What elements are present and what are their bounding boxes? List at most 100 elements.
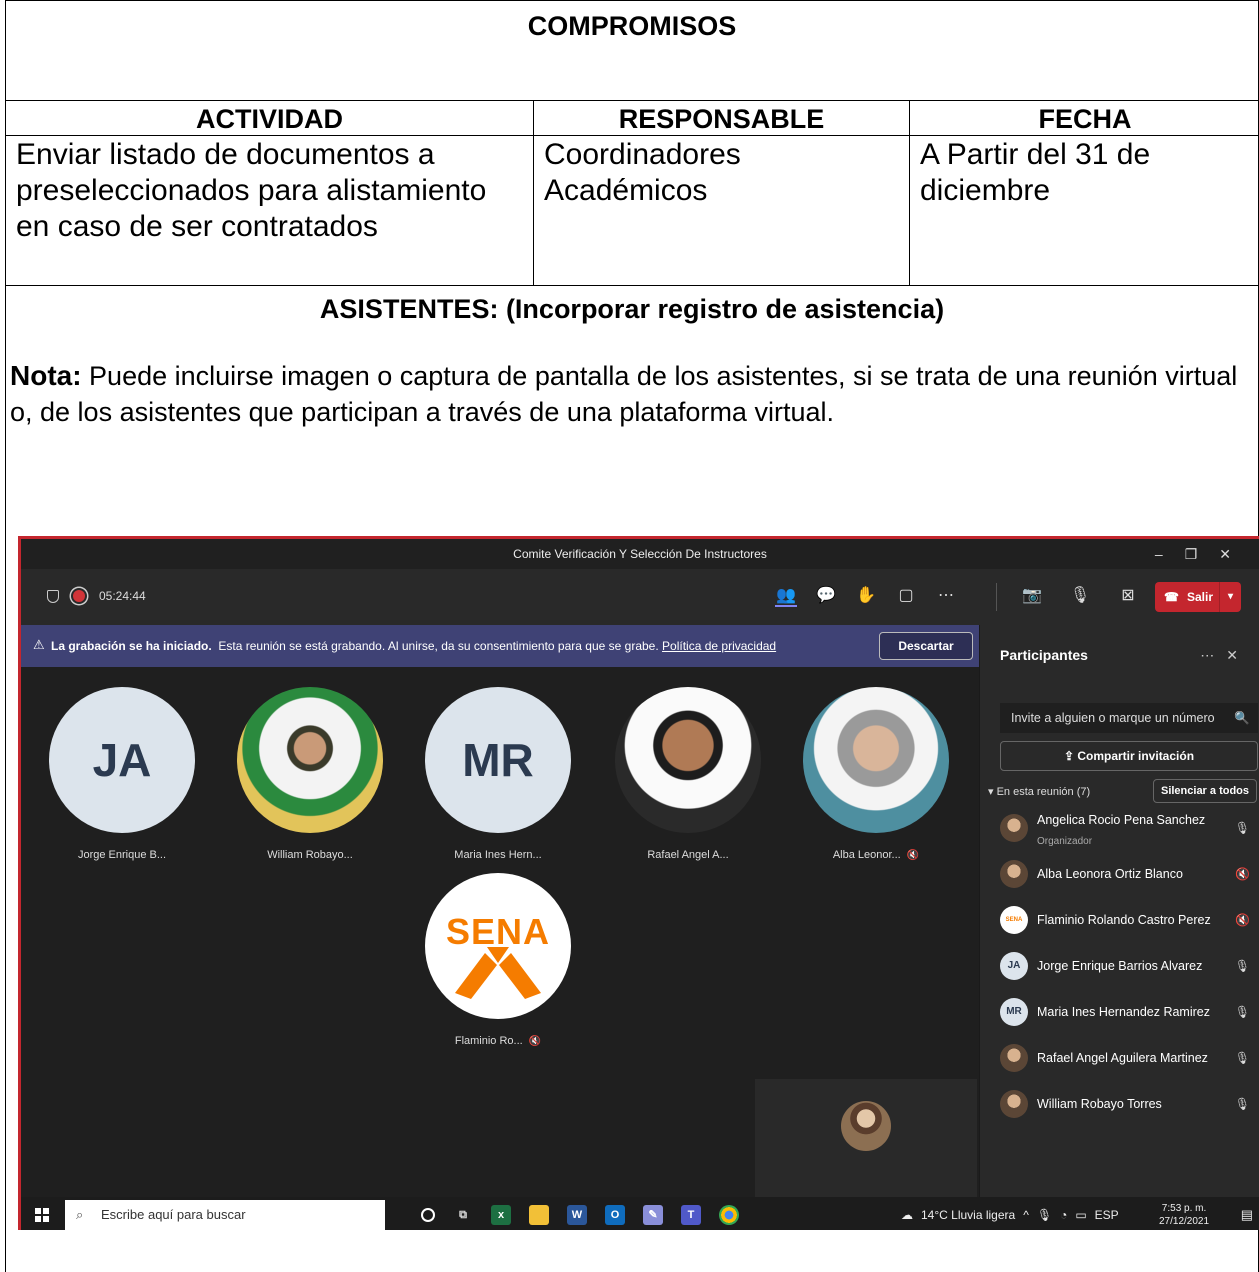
actividad-column: ACTIVIDAD Enviar listado de documentos a… xyxy=(6,101,534,285)
participant-tile[interactable]: William Robayo... xyxy=(237,687,383,861)
outlook-icon[interactable]: O xyxy=(605,1205,625,1225)
meeting-toolbar: 05:24:44 👥 💬 ✋ ▢ ⋯ 📷 🎙 ⊠ ☎ Salir ▾ xyxy=(21,569,1259,625)
teams-icon[interactable]: T xyxy=(681,1205,701,1225)
compromisos-title: COMPROMISOS xyxy=(527,11,737,41)
share-invite-button[interactable]: ⇪ Compartir invitación xyxy=(1000,741,1258,771)
file-explorer-icon[interactable] xyxy=(529,1205,549,1225)
responsable-header: RESPONSABLE xyxy=(534,101,909,136)
share-screen-icon[interactable]: ⊠ xyxy=(1117,585,1139,607)
reactions-icon[interactable]: ✋ xyxy=(855,585,877,607)
avatar xyxy=(237,687,383,833)
rooms-icon[interactable]: ▢ xyxy=(895,585,917,607)
windows-start-icon[interactable] xyxy=(35,1208,49,1222)
avatar: MR xyxy=(425,687,571,833)
microphone-icon: 🎙 xyxy=(1234,1005,1250,1019)
list-item[interactable]: Alba Leonora Ortiz Blanco 🔇 xyxy=(980,851,1259,897)
meeting-timer: 05:24:44 xyxy=(99,589,146,603)
wifi-icon[interactable]: ◔ xyxy=(1060,1208,1067,1222)
muted-icon: 🔇 xyxy=(906,850,920,861)
tile-name: Maria Ines Hern... xyxy=(454,849,542,861)
privacy-link[interactable]: Política de privacidad xyxy=(662,639,776,653)
excel-icon[interactable]: x xyxy=(491,1205,511,1225)
responsable-cell: Coordinadores Académicos xyxy=(544,138,741,207)
list-item[interactable]: Angelica Rocio Pena Sanchez Organizador … xyxy=(980,805,1259,851)
clock[interactable]: 7:53 p. m. 27/12/2021 xyxy=(1159,1202,1209,1228)
responsable-column: RESPONSABLE Coordinadores Académicos xyxy=(534,101,910,285)
avatar xyxy=(1000,860,1028,888)
compromisos-table: ACTIVIDAD Enviar listado de documentos a… xyxy=(6,101,1259,285)
avatar xyxy=(615,687,761,833)
list-item[interactable]: Rafael Angel Aguilera Martinez 🎙 xyxy=(980,1035,1259,1081)
battery-icon[interactable]: ▭ xyxy=(1075,1208,1086,1222)
participants-icon[interactable]: 👥 xyxy=(775,585,797,607)
avatar: JA xyxy=(49,687,195,833)
participant-tile[interactable]: Rafael Angel A... xyxy=(615,687,761,861)
avatar xyxy=(841,1101,891,1151)
tile-name: Alba Leonor... xyxy=(832,849,901,861)
window-controls[interactable]: –❐✕ xyxy=(1155,539,1253,569)
microphone-icon: 🎙 xyxy=(1234,1097,1250,1111)
window-title: Comite Verificación Y Selección De Instr… xyxy=(513,547,767,561)
camera-off-icon[interactable]: 📷 xyxy=(1021,585,1043,607)
participant-tile[interactable]: SENA Flaminio Ro... 🔇 xyxy=(425,873,571,1047)
dismiss-button[interactable]: Descartar xyxy=(879,632,973,660)
phone-icon: ☎ xyxy=(1164,590,1179,604)
language-indicator[interactable]: ESP xyxy=(1095,1208,1119,1222)
notification-icon[interactable]: ▤ xyxy=(1241,1207,1253,1223)
panel-title: Participantes xyxy=(1000,647,1088,663)
list-item[interactable]: MR Maria Ines Hernandez Ramirez 🎙 xyxy=(980,989,1259,1035)
self-view[interactable] xyxy=(755,1079,977,1197)
microphone-icon[interactable]: 🎙 xyxy=(1069,585,1091,607)
participant-list: Angelica Rocio Pena Sanchez Organizador … xyxy=(980,805,1259,1127)
tile-name: Jorge Enrique B... xyxy=(77,849,167,861)
panel-controls[interactable]: ⋯✕ xyxy=(1200,647,1250,664)
leave-button[interactable]: ☎ Salir ▾ xyxy=(1155,582,1241,612)
actividad-header: ACTIVIDAD xyxy=(6,101,533,136)
fecha-header: FECHA xyxy=(910,101,1259,136)
windows-taskbar: ⌕ Escribe aquí para buscar ⧉ x W O ✎ T ☁… xyxy=(21,1197,1259,1230)
participant-tile[interactable]: JA Jorge Enrique B... xyxy=(49,687,195,861)
asistentes-row: ASISTENTES: (Incorporar registro de asis… xyxy=(6,285,1258,325)
microphone-icon: 🎙 xyxy=(1036,1208,1053,1222)
participants-panel: Participantes ⋯✕ Invite a alguien o marq… xyxy=(979,625,1259,1197)
chat-icon[interactable]: 💬 xyxy=(815,585,837,607)
in-meeting-section[interactable]: ▾ En esta reunión (7) xyxy=(988,785,1090,798)
toolbar-divider xyxy=(996,583,997,611)
avatar: SENA xyxy=(1000,906,1028,934)
task-view-icon[interactable]: ⧉ xyxy=(453,1205,473,1225)
list-item[interactable]: JA Jorge Enrique Barrios Alvarez 🎙 xyxy=(980,943,1259,989)
search-icon: ⌕ xyxy=(76,1207,84,1222)
mute-all-button[interactable]: Silenciar a todos xyxy=(1153,779,1257,803)
weather-text[interactable]: 14°C Lluvia ligera xyxy=(921,1208,1015,1222)
banner-bold: La grabación se ha iniciado. xyxy=(51,639,212,653)
avatar xyxy=(1000,1090,1028,1118)
leave-label: Salir xyxy=(1187,590,1214,604)
search-icon: 🔍 xyxy=(1234,711,1250,725)
list-item[interactable]: William Robayo Torres 🎙 xyxy=(980,1081,1259,1127)
actividad-cell: Enviar listado de documentos a preselecc… xyxy=(16,138,487,243)
paint-icon[interactable]: ✎ xyxy=(643,1205,663,1225)
cloud-rain-icon: ☁ xyxy=(901,1208,913,1222)
recording-icon xyxy=(73,590,85,602)
sena-logo: SENA xyxy=(425,873,571,1019)
invite-input[interactable]: Invite a alguien o marque un número 🔍 xyxy=(1000,703,1258,733)
asistentes-title: ASISTENTES: (Incorporar registro de asis… xyxy=(319,294,945,324)
note-text: Puede incluirse imagen o captura de pant… xyxy=(10,361,1238,427)
avatar: MR xyxy=(1000,998,1028,1026)
note-paragraph: Nota: Puede incluirse imagen o captura d… xyxy=(10,358,1250,430)
microphone-icon: 🎙 xyxy=(1234,1051,1250,1065)
word-icon[interactable]: W xyxy=(567,1205,587,1225)
sena-mark-icon xyxy=(455,947,541,999)
participant-tile[interactable]: Alba Leonor... 🔇 xyxy=(803,687,949,861)
microphone-icon: 🎙 xyxy=(1234,959,1250,973)
chevron-up-icon[interactable]: ^ xyxy=(1023,1208,1029,1222)
chrome-icon[interactable] xyxy=(719,1205,739,1225)
cortana-icon[interactable] xyxy=(421,1208,435,1222)
participant-tile[interactable]: MR Maria Ines Hern... xyxy=(425,687,571,861)
chevron-down-icon[interactable]: ▾ xyxy=(1219,582,1241,612)
warning-icon: ⚠ xyxy=(33,637,45,652)
list-item[interactable]: SENA Flaminio Rolando Castro Perez 🔇 xyxy=(980,897,1259,943)
video-stage: JA Jorge Enrique B... William Robayo... … xyxy=(21,667,979,1197)
taskbar-search-input[interactable]: ⌕ Escribe aquí para buscar xyxy=(65,1200,385,1230)
more-icon[interactable]: ⋯ xyxy=(935,585,957,607)
